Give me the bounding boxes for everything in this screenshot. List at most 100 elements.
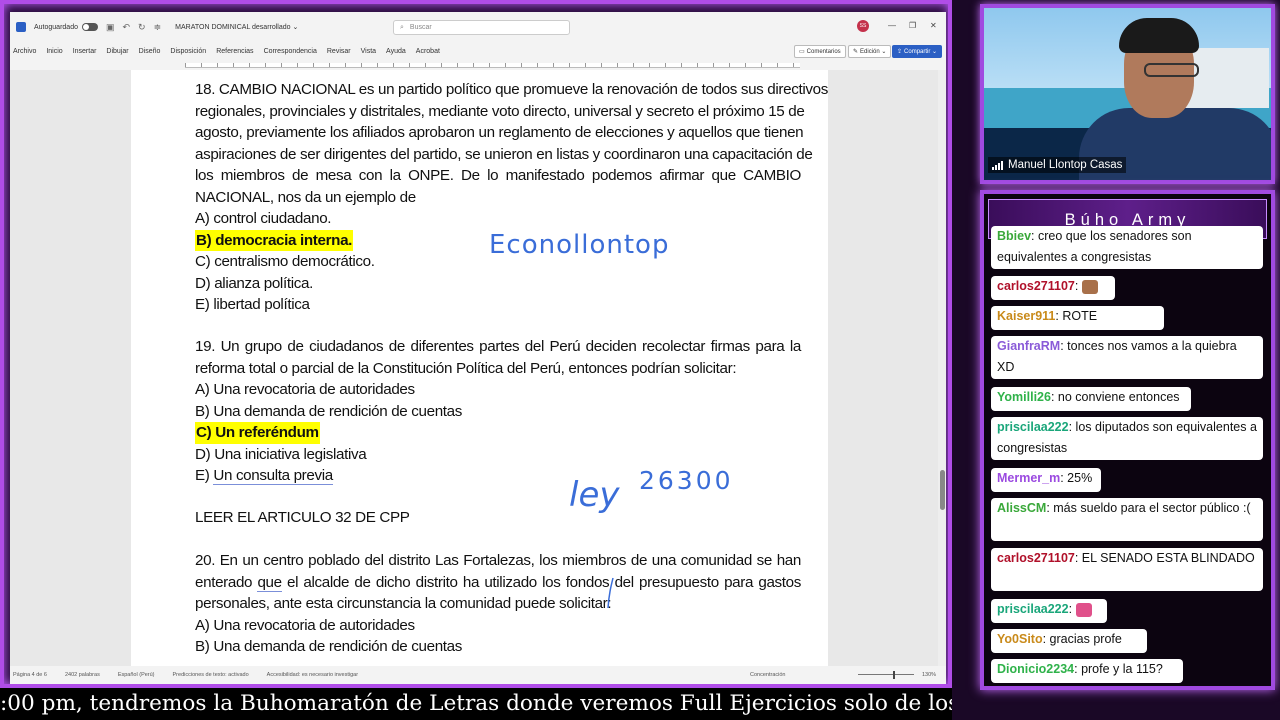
share-label: Compartir ⌄ (904, 49, 938, 55)
chat-message: Yomilli26: no conviene entonces (991, 387, 1191, 411)
autosave-label: Autoguardado (34, 23, 78, 31)
q20-line-2-underlined: que (257, 573, 282, 592)
menu-referencias[interactable]: Referencias (216, 48, 253, 55)
q19-option-a: A) Una revocatoria de autoridades (195, 381, 415, 398)
chat-username: Mermer_m (997, 471, 1061, 485)
chat-text: : 25% (1060, 471, 1093, 485)
status-language[interactable]: Español (Perú) (118, 672, 155, 678)
chat-username: carlos271107 (997, 279, 1075, 293)
chat-username: GianfraRM (997, 339, 1061, 353)
q18-line-1: 18. CAMBIO NACIONAL es un partido políti… (195, 81, 828, 98)
q19-line-1: 19. Un grupo de ciudadanos de diferentes… (195, 338, 801, 355)
chat-message: Kaiser911: ROTE IGGGGGG (991, 306, 1164, 330)
presenter-name: Manuel Llontop Casas (1008, 159, 1123, 171)
ribbon-menu: Archivo Inicio Insertar Dibujar Diseño D… (10, 42, 946, 60)
menu-dibujar[interactable]: Dibujar (106, 48, 128, 55)
autosave-toggle[interactable] (81, 23, 98, 31)
status-accessibility[interactable]: Accesibilidad: es necesario investigar (267, 672, 358, 678)
menu-ayuda[interactable]: Ayuda (386, 48, 406, 55)
word-frame: Autoguardado ▣ ↶ ↻ ≑ MARATON DOMINICAL d… (0, 0, 952, 688)
menu-correspondencia[interactable]: Correspondencia (264, 48, 317, 55)
zoom-slider[interactable] (858, 674, 914, 675)
q18-line-3: agosto, previamente los afiliados aproba… (195, 124, 804, 141)
document-workspace: 18. CAMBIO NACIONAL es un partido políti… (10, 70, 946, 666)
q18-line-5: los miembros de mesa con la ONPE. De lo … (195, 167, 801, 184)
chat-text: : gracias profe (1042, 632, 1122, 646)
comments-button[interactable]: ▭ Comentarios (794, 45, 846, 58)
chat-text: : EL SENADO ESTA BLINDADO (1074, 551, 1255, 565)
status-words[interactable]: 2402 palabras (65, 672, 100, 678)
chat-username: Dionicio2234 (997, 662, 1075, 676)
scroll-thumb[interactable] (940, 470, 945, 510)
q20-line-2-part-a: enterado (195, 573, 258, 591)
chat-message: Mermer_m: 25% (991, 468, 1101, 492)
close-icon[interactable]: ✕ (930, 21, 937, 30)
q19-option-b: B) Una demanda de rendición de cuentas (195, 402, 463, 420)
menu-acrobat[interactable]: Acrobat (416, 48, 440, 55)
q20-line-1: 20. En un centro poblado del distrito La… (195, 552, 801, 569)
document-page[interactable]: 18. CAMBIO NACIONAL es un partido políti… (131, 70, 828, 666)
menu-inicio[interactable]: Inicio (46, 48, 62, 55)
chat-username: priscilaa222 (997, 420, 1069, 434)
chat-message: Yo0Sito: gracias profe (991, 629, 1147, 653)
menu-archivo[interactable]: Archivo (13, 48, 36, 55)
chat-username: Yomilli26 (997, 390, 1051, 404)
document-title[interactable]: MARATON DOMINICAL desarrollado ⌄ (175, 23, 298, 31)
ink-annotation-number: 26300 (639, 466, 734, 495)
chat-message: AlissCM: más sueldo para el sector públi… (991, 498, 1263, 541)
status-page[interactable]: Página 4 de 6 (13, 672, 47, 678)
search-icon: ⌕ (400, 23, 404, 31)
share-button[interactable]: ⇪ Compartir ⌄ (892, 45, 943, 58)
chat-message: priscilaa222: los diputados son equivale… (991, 417, 1263, 460)
chat-message: priscilaa222: (991, 599, 1107, 623)
customize-icon[interactable]: ≑ (154, 22, 162, 33)
q18-line-4: aspiraciones de ser dirigentes del parti… (195, 145, 813, 163)
chat-username: AlissCM (997, 501, 1047, 515)
undo-icon[interactable]: ↶ (123, 22, 131, 33)
zoom-slider-knob[interactable] (893, 671, 895, 679)
webcam-frame: Manuel Llontop Casas (980, 4, 1275, 184)
word-window: Autoguardado ▣ ↶ ↻ ≑ MARATON DOMINICAL d… (10, 12, 946, 684)
search-placeholder: Buscar (409, 24, 432, 31)
chat-username: carlos271107 (997, 551, 1075, 565)
face-emoji-icon (1081, 279, 1098, 294)
avatar[interactable]: SS (857, 20, 869, 32)
q19-line-2: reforma total o parcial de la Constituci… (195, 359, 737, 377)
vertical-scrollbar[interactable] (938, 70, 946, 666)
save-icon[interactable]: ▣ (106, 22, 115, 33)
maximize-icon[interactable]: ❐ (909, 21, 916, 30)
search-box[interactable]: ⌕ Buscar (393, 20, 570, 35)
q18-line-6: NACIONAL, nos da un ejemplo de (195, 188, 416, 206)
menu-vista[interactable]: Vista (361, 48, 376, 55)
menu-disposicion[interactable]: Disposición (170, 48, 206, 55)
menu-insertar[interactable]: Insertar (73, 48, 97, 55)
q19-answer-highlight: C) Un referéndum (195, 422, 320, 444)
edit-icon: ✎ (853, 49, 859, 55)
comments-label: Comentarios (806, 48, 841, 55)
redo-icon[interactable]: ↻ (138, 22, 146, 33)
q18-option-d: D) alianza política. (195, 274, 313, 292)
chat-message: GianfraRM: tonces nos vamos a la quiebra… (991, 336, 1263, 379)
q20-line-2: enterado que el alcalde de dicho distrit… (195, 572, 801, 594)
q19-option-e-prefix: E) (195, 467, 214, 484)
comments-icon: ▭ (799, 49, 805, 55)
menu-revisar[interactable]: Revisar (327, 48, 351, 55)
minimize-icon[interactable]: — (888, 21, 896, 30)
q20-option-a: A) Una revocatoria de autoridades (195, 616, 415, 634)
q19-option-e: E) Un consulta previa (195, 465, 333, 487)
chat-username: Kaiser911 (997, 309, 1056, 323)
menu-diseno[interactable]: Diseño (139, 48, 161, 55)
ink-stroke-mark (607, 577, 614, 609)
q18-answer-highlight: B) democracia interna. (195, 229, 354, 251)
chat-text: : (1068, 602, 1076, 616)
chat-message: Bbiev: creo que los senadores son equiva… (991, 226, 1263, 269)
ruler[interactable] (10, 60, 946, 70)
presenter-name-tag: Manuel Llontop Casas (988, 157, 1127, 173)
status-predictions[interactable]: Predicciones de texto: activado (173, 672, 249, 678)
status-zoom[interactable]: 130% (922, 672, 936, 678)
status-focus[interactable]: Concentración (750, 672, 785, 678)
editing-button[interactable]: ✎ Edición ⌄ (848, 45, 892, 58)
chat-messages[interactable]: Bbiev: creo que los senadores son equiva… (991, 226, 1271, 686)
chat-panel: Búho Army Bbiev: creo que los senadores … (980, 190, 1275, 690)
ink-annotation-econollontop: Econollontop (489, 230, 670, 260)
